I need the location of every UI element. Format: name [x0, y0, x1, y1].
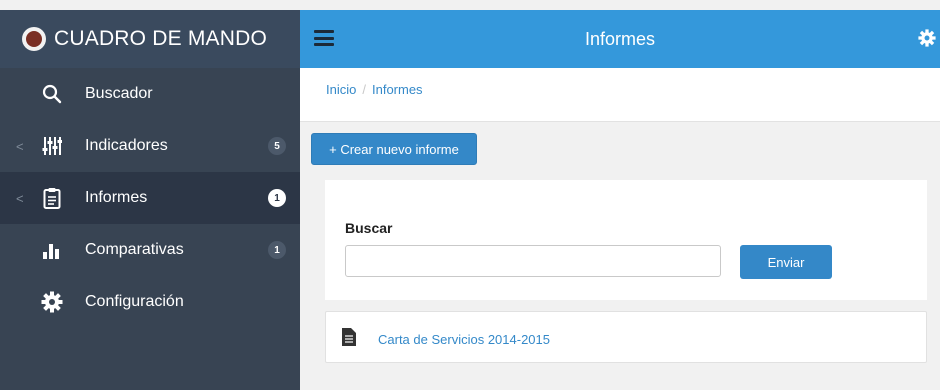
sidebar-header[interactable]: CUADRO DE MANDO	[0, 10, 300, 68]
sidebar-item-informes[interactable]: < Informes 1	[0, 172, 300, 224]
brand-title: CUADRO DE MANDO	[54, 27, 268, 50]
search-label: Buscar	[345, 220, 393, 236]
submit-button[interactable]: Enviar	[740, 245, 832, 279]
breadcrumb: Inicio / Informes	[300, 68, 940, 122]
list-item[interactable]: Carta de Servicios 2014-2015	[325, 311, 927, 363]
breadcrumb-separator: /	[362, 82, 366, 97]
sidebar: CUADRO DE MANDO Buscador < Indicadores 5…	[0, 10, 300, 390]
sidebar-item-indicadores[interactable]: < Indicadores 5	[0, 120, 300, 172]
breadcrumb-current-link[interactable]: Informes	[372, 82, 423, 97]
gear-icon	[40, 290, 64, 314]
search-panel: Buscar Enviar	[325, 180, 927, 300]
bar-chart-icon	[40, 238, 64, 262]
top-bar: Informes	[300, 10, 940, 68]
count-badge: 1	[268, 241, 286, 259]
sidebar-item-label: Indicadores	[85, 137, 168, 154]
sidebar-item-comparativas[interactable]: Comparativas 1	[0, 224, 300, 276]
sidebar-item-label: Comparativas	[85, 241, 184, 258]
create-report-button[interactable]: + Crear nuevo informe	[311, 133, 477, 165]
page-title: Informes	[584, 29, 656, 49]
sliders-icon	[40, 134, 64, 158]
chevron-left-icon: <	[16, 190, 24, 206]
sidebar-item-buscador[interactable]: Buscador	[0, 68, 300, 120]
search-input[interactable]	[345, 245, 721, 277]
university-logo-icon	[22, 27, 46, 51]
sidebar-item-configuracion[interactable]: Configuración	[0, 276, 300, 328]
sidebar-item-label: Informes	[85, 189, 148, 206]
report-link[interactable]: Carta de Servicios 2014-2015	[378, 332, 550, 347]
count-badge: 5	[268, 137, 286, 155]
sidebar-item-label: Buscador	[85, 85, 153, 102]
settings-gear-icon[interactable]	[918, 29, 936, 47]
clipboard-icon	[40, 186, 64, 210]
breadcrumb-home-link[interactable]: Inicio	[326, 82, 356, 97]
search-icon	[40, 82, 64, 106]
sidebar-item-label: Configuración	[85, 293, 184, 310]
chevron-left-icon: <	[16, 138, 24, 154]
count-badge: 1	[268, 189, 286, 207]
document-icon	[342, 328, 356, 346]
